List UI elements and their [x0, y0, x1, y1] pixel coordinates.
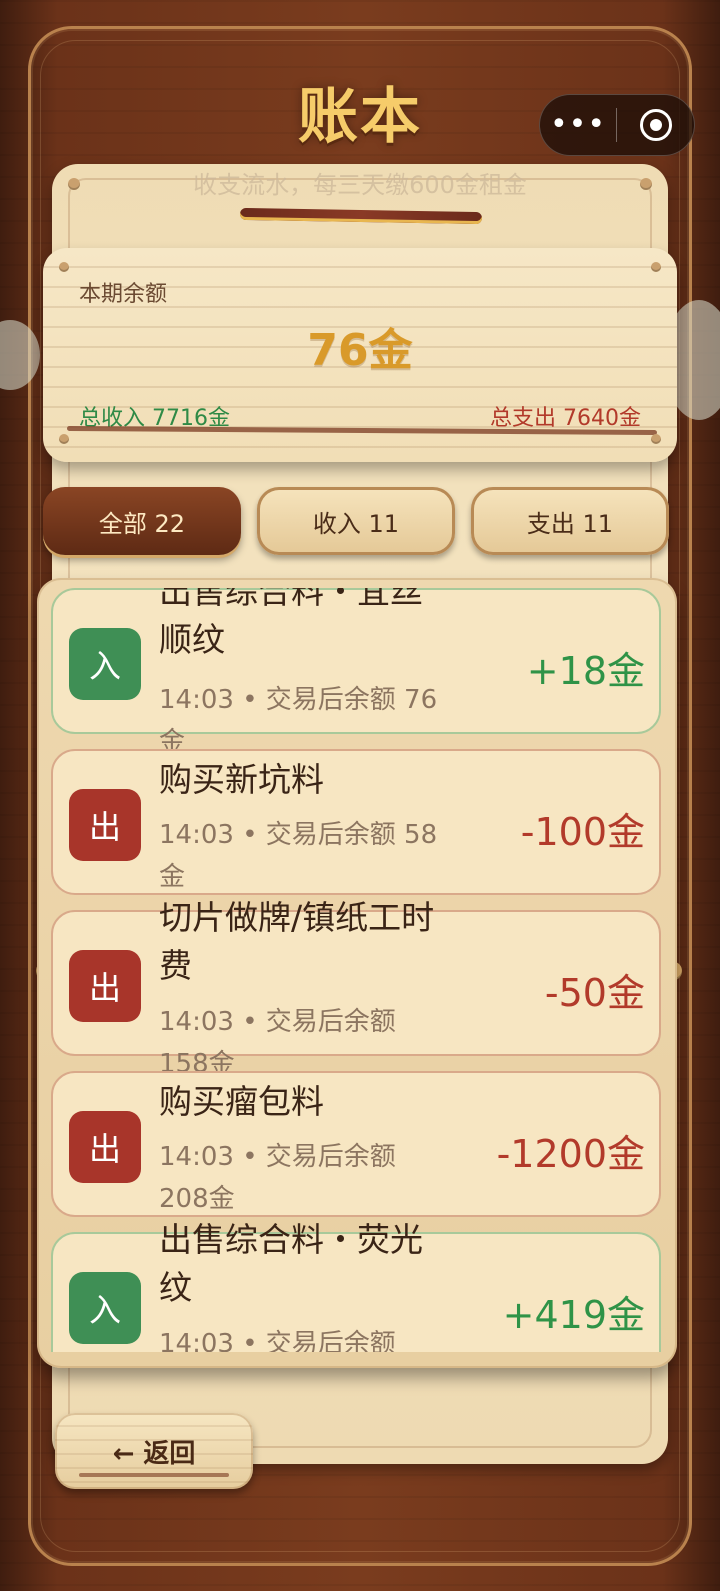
expense-badge: 出 [69, 1111, 141, 1183]
balance-label: 本期余额 [79, 282, 168, 307]
transaction-title: 购买瘤包料 [159, 1082, 324, 1121]
back-button-label: ← 返回 [112, 1438, 196, 1469]
transaction-title: 出售综合料・荧光纹 [159, 1220, 423, 1307]
income-badge: 入 [69, 628, 141, 700]
nail-icon [651, 434, 661, 444]
transaction-meta: 14:03 • 交易后余额 [159, 1329, 396, 1352]
transaction-list[interactable]: 入 出售综合料・宜丝顺纹 14:03 • 交易后余额 76金 +18金 出 购买… [37, 578, 677, 1368]
back-button[interactable]: ← 返回 [55, 1413, 253, 1489]
transaction-amount: +419金 [502, 1293, 645, 1337]
nail-icon [59, 262, 69, 272]
transaction-amount: -50金 [544, 971, 645, 1015]
transaction-amount: +18金 [526, 649, 645, 693]
page-subtitle: 收支流水，每三天缴600金租金 [193, 171, 527, 199]
total-expense: 总支出 7640金 [490, 406, 641, 431]
mini-program-capsule: ••• [539, 94, 695, 156]
transaction-list-viewport[interactable]: 入 出售综合料・宜丝顺纹 14:03 • 交易后余额 76金 +18金 出 购买… [49, 588, 665, 1352]
expense-badge: 出 [69, 789, 141, 861]
transaction-amount: -100金 [520, 810, 645, 854]
transaction-meta: 14:03 • 交易后余额 58金 [159, 820, 438, 892]
target-icon [639, 109, 672, 141]
transaction-row[interactable]: 入 出售综合料・宜丝顺纹 14:03 • 交易后余额 76金 +18金 [51, 588, 661, 757]
nail-icon [651, 262, 661, 272]
nail-icon [59, 434, 69, 444]
balance-card: 本期余额 76金 总收入 7716金 总支出 7640金 [43, 248, 677, 462]
transaction-row[interactable]: 出 切片做牌/镇纸工时费 14:03 • 交易后余额 158金 -50金 [51, 898, 661, 1079]
tab-expense[interactable]: 支出 11 [471, 487, 669, 555]
transaction-meta: 14:03 • 交易后余额 208金 [159, 1142, 396, 1214]
more-menu-icon[interactable]: ••• [540, 94, 616, 156]
income-badge: 入 [69, 1272, 141, 1344]
expense-badge: 出 [69, 950, 141, 1022]
transaction-amount: -1200金 [496, 1132, 645, 1176]
transaction-row[interactable]: 入 出售综合料・荧光纹 14:03 • 交易后余额 +419金 [51, 1220, 661, 1352]
brush-underline [79, 1473, 229, 1477]
tab-all[interactable]: 全部 22 [43, 487, 241, 555]
transaction-row[interactable]: 出 购买瘤包料 14:03 • 交易后余额 208金 -1200金 [51, 1071, 661, 1217]
balance-amount: 76金 [307, 325, 413, 376]
transaction-title: 购买新坑料 [159, 760, 324, 799]
transaction-row[interactable]: 出 购买新坑料 14:03 • 交易后余额 58金 -100金 [51, 749, 661, 895]
transaction-title: 切片做牌/镇纸工时费 [159, 898, 435, 985]
tab-income[interactable]: 收入 11 [257, 487, 455, 555]
close-mini-program-button[interactable] [617, 109, 694, 141]
transaction-title: 出售综合料・宜丝顺纹 [159, 588, 423, 659]
